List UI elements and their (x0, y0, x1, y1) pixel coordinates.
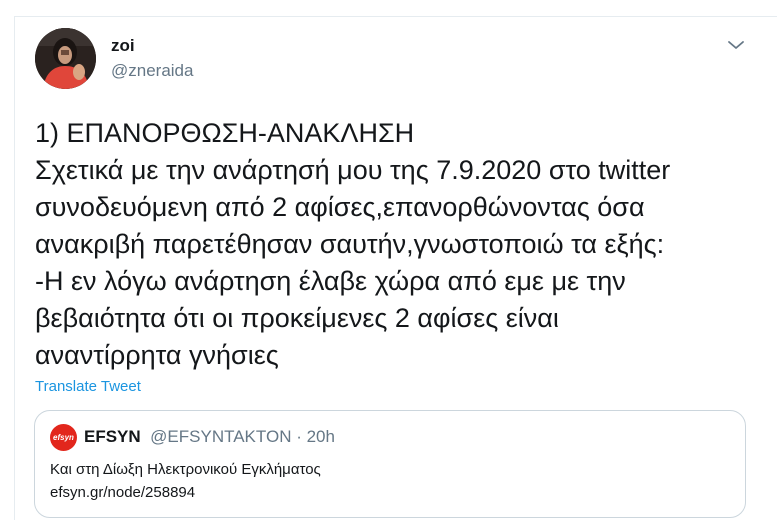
translate-tweet-link[interactable]: Translate Tweet (35, 378, 141, 396)
display-name[interactable]: zoi (111, 36, 135, 56)
quote-header: EFSYN @EFSYNTAKTON · 20h (84, 427, 335, 447)
quote-avatar[interactable]: efsyn (50, 424, 77, 451)
quote-text: Και στη Δίωξη Ηλεκτρονικού Εγκλήματος (50, 461, 321, 478)
quoted-tweet[interactable]: efsyn EFSYN @EFSYNTAKTON · 20h Και στη Δ… (34, 410, 746, 518)
chevron-down-icon[interactable] (725, 36, 747, 54)
tweet-text: 1) ΕΠΑΝΟΡΘΩΣΗ-ΑΝΑΚΛΗΣΗ Σχετικά με την αν… (35, 118, 671, 370)
quote-handle: @EFSYNTAKTON · 20h (145, 427, 335, 446)
quote-separator: · (291, 427, 307, 446)
quote-handle-text[interactable]: @EFSYNTAKTON (150, 427, 291, 446)
tweet-card: zoi @zneraida 1) ΕΠΑΝΟΡΘΩΣΗ-ΑΝΑΚΛΗΣΗ Σχε… (14, 16, 777, 520)
quote-timestamp[interactable]: 20h (307, 427, 335, 446)
quote-link[interactable]: efsyn.gr/node/258894 (50, 483, 195, 503)
quote-display-name[interactable]: EFSYN (84, 427, 141, 446)
user-handle[interactable]: @zneraida (111, 61, 193, 81)
quote-avatar-logo-text: efsyn (53, 433, 74, 442)
avatar-image (35, 28, 96, 89)
avatar[interactable] (35, 28, 96, 89)
